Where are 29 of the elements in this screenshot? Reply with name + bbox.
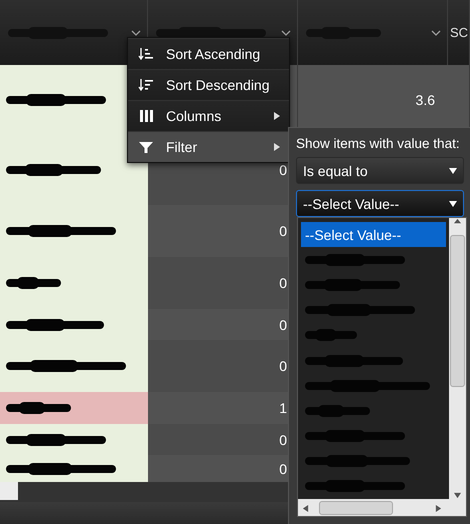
- menu-item[interactable]: Columns: [128, 100, 289, 131]
- filter-prompt: Show items with value that:: [296, 136, 461, 151]
- menu-item[interactable]: Sort Descending: [128, 69, 289, 100]
- sort-descending-icon: [138, 78, 154, 92]
- columns-icon: [138, 109, 154, 123]
- vertical-scrollbar[interactable]: [449, 218, 466, 499]
- redaction-scribble: [6, 402, 71, 414]
- list-option[interactable]: --Select Value--: [301, 222, 446, 248]
- redaction-scribble: [305, 329, 357, 342]
- chevron-icon[interactable]: [131, 30, 141, 36]
- redaction-scribble: [6, 277, 61, 289]
- horizontal-scrollbar[interactable]: [298, 499, 466, 516]
- redaction-scribble: [305, 404, 370, 417]
- horizontal-scrollbar[interactable]: [0, 482, 18, 502]
- sort-ascending-icon: [138, 47, 154, 61]
- filter-icon: [138, 140, 154, 154]
- operator-select[interactable]: Is equal to: [296, 157, 464, 184]
- chevron-icon[interactable]: [431, 30, 441, 36]
- menu-item[interactable]: Sort Ascending: [128, 38, 289, 69]
- column-header[interactable]: SC: [450, 25, 468, 40]
- dropdown-arrow-icon: [449, 166, 457, 174]
- dropdown-arrow-icon: [449, 200, 457, 208]
- scroll-right-icon: [435, 504, 442, 512]
- submenu-arrow-icon: [273, 112, 281, 120]
- value-select[interactable]: --Select Value--: [296, 190, 464, 217]
- menu-item[interactable]: Filter: [128, 131, 289, 162]
- submenu-arrow-icon: [273, 143, 281, 151]
- chevron-icon[interactable]: [281, 30, 291, 36]
- scroll-left-icon: [302, 504, 309, 512]
